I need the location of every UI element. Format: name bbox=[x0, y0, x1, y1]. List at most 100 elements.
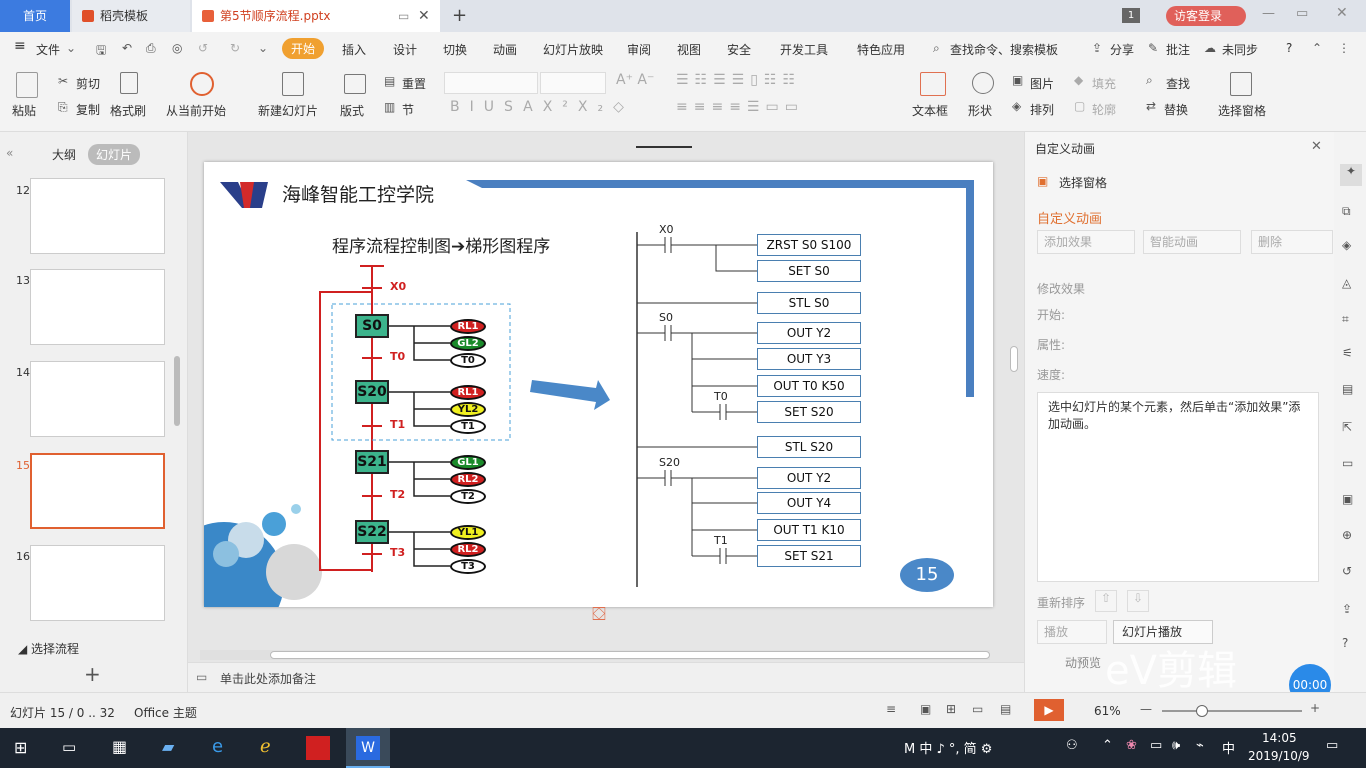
shape-icon[interactable] bbox=[972, 72, 994, 94]
slide-thumb-15[interactable] bbox=[30, 453, 165, 529]
notes-view-icon[interactable]: ▤ bbox=[1000, 702, 1011, 716]
autopreview-label[interactable]: 动预览 bbox=[1065, 654, 1101, 671]
align-icons[interactable]: ≡≡≡≡☰▭▭ bbox=[676, 99, 804, 115]
new-tab-button[interactable]: + bbox=[452, 0, 476, 32]
collapse-ribbon-icon[interactable]: ⌃ bbox=[1312, 41, 1322, 55]
volume-icon[interactable]: 🕪 bbox=[1172, 738, 1180, 753]
reading-view-icon[interactable]: ▭ bbox=[972, 702, 983, 716]
select-pane-link[interactable]: 选择窗格 bbox=[1059, 174, 1107, 191]
zoom-slider[interactable] bbox=[1162, 705, 1302, 717]
select-pane-icon[interactable] bbox=[1230, 72, 1252, 96]
notification-icon[interactable]: ▭ bbox=[1326, 738, 1338, 753]
app-icon[interactable] bbox=[306, 736, 330, 760]
font-family-select[interactable] bbox=[444, 72, 538, 94]
font-style-icons[interactable]: BIUSAX²X₂◇ bbox=[450, 99, 634, 115]
pane-close-icon[interactable]: ✕ bbox=[1311, 139, 1322, 154]
edge-icon[interactable]: e bbox=[212, 736, 223, 757]
redo-icon[interactable]: ↻ bbox=[230, 41, 240, 55]
menu-insert[interactable]: 插入 bbox=[342, 41, 366, 58]
zoom-in-icon[interactable]: + bbox=[1310, 701, 1320, 715]
sync-button[interactable]: 未同步 bbox=[1222, 41, 1258, 58]
normal-view-icon[interactable]: ▣ bbox=[920, 702, 931, 716]
menu-animation[interactable]: 动画 bbox=[493, 41, 517, 58]
zoom-level[interactable]: 61% bbox=[1094, 704, 1121, 718]
menu-developer[interactable]: 开发工具 bbox=[780, 41, 828, 58]
window-count-badge[interactable]: 1 bbox=[1122, 8, 1140, 23]
layout-tool-icon[interactable]: ▤ bbox=[1342, 382, 1353, 396]
ie-icon[interactable]: ℯ bbox=[260, 736, 271, 757]
menu-file[interactable]: 文件 bbox=[36, 41, 60, 58]
tray-app-icon[interactable]: ❀ bbox=[1126, 738, 1137, 753]
new-slide-button[interactable]: 新建幻灯片 bbox=[258, 102, 318, 119]
section-label[interactable]: ◢ 选择流程 bbox=[18, 640, 79, 657]
move-down-button[interactable]: ⇩ bbox=[1127, 590, 1149, 612]
image-tool-icon[interactable]: ▣ bbox=[1342, 492, 1353, 506]
paste-button[interactable]: 粘贴 bbox=[12, 102, 36, 119]
menu-review[interactable]: 审阅 bbox=[627, 41, 651, 58]
notes-area[interactable]: ▭ 单击此处添加备注 bbox=[188, 662, 1024, 692]
layout-button[interactable]: 版式 bbox=[340, 102, 364, 119]
from-current-button[interactable]: 从当前开始 bbox=[166, 102, 226, 119]
copy-button[interactable]: 复制 bbox=[76, 101, 100, 118]
play-button[interactable]: 播放 bbox=[1037, 620, 1107, 644]
move-up-button[interactable]: ⇧ bbox=[1095, 590, 1117, 612]
format-painter-button[interactable]: 格式刷 bbox=[110, 102, 146, 119]
new-slide-icon[interactable] bbox=[282, 72, 304, 96]
save-icon[interactable]: 🖫 bbox=[96, 41, 106, 62]
window-tool-icon[interactable]: ▭ bbox=[1342, 456, 1353, 470]
slide-thumb-13[interactable] bbox=[30, 269, 165, 345]
animation-list[interactable]: 选中幻灯片的某个元素，然后单击“添加效果”添加动画。 bbox=[1037, 392, 1319, 582]
notes-toggle-icon[interactable]: ≡ bbox=[886, 702, 896, 716]
hamburger-icon[interactable]: ≡ bbox=[14, 38, 26, 54]
sorter-view-icon[interactable]: ⊞ bbox=[946, 702, 956, 716]
battery-icon[interactable]: ▭ bbox=[1150, 738, 1162, 753]
quick-access-chevron-icon[interactable]: ⌄ bbox=[258, 41, 268, 55]
maximize-icon[interactable]: ▭ bbox=[1296, 6, 1308, 21]
thumb-scrollbar[interactable] bbox=[174, 356, 180, 426]
section-button[interactable]: 节 bbox=[402, 101, 414, 118]
outline-button[interactable]: 轮廓 bbox=[1092, 101, 1116, 118]
fill-button[interactable]: 填充 bbox=[1092, 75, 1116, 92]
slide-thumb-12[interactable] bbox=[30, 178, 165, 254]
font-size-select[interactable] bbox=[540, 72, 606, 94]
calculator-icon[interactable]: ▦ bbox=[112, 737, 127, 756]
ime-indicators[interactable]: M 中 ♪ °, 简 ⚙ bbox=[904, 738, 992, 757]
undo-icon[interactable]: ↺ bbox=[198, 41, 208, 55]
slide-15[interactable]: 海峰智能工控学院 程序流程控制图➔梯形图程序 X0 T0 T1 T2 T3 S0 RL1 GL… bbox=[204, 162, 993, 607]
find-button[interactable]: 查找 bbox=[1166, 75, 1190, 92]
play-slideshow-button[interactable]: ▶ bbox=[1034, 699, 1064, 721]
help-tool-icon[interactable]: ? bbox=[1342, 636, 1348, 650]
preview-icon[interactable]: ◎ bbox=[172, 41, 182, 55]
help-button[interactable]: ? bbox=[1286, 41, 1292, 55]
collapse-panel-icon[interactable]: « bbox=[6, 146, 13, 160]
print-icon[interactable]: ⎙ bbox=[146, 41, 156, 56]
arrange-button[interactable]: 排列 bbox=[1030, 101, 1054, 118]
tab-document[interactable]: 第5节顺序流程.pptx ▭ ✕ bbox=[192, 0, 440, 32]
annotate-button[interactable]: 批注 bbox=[1166, 41, 1190, 58]
wps-taskbar-button[interactable]: W bbox=[346, 728, 390, 768]
delete-effect-button[interactable]: 删除 bbox=[1251, 230, 1333, 254]
grow-font-icon[interactable]: A⁺ A⁻ bbox=[616, 72, 654, 88]
select-pane-button[interactable]: 选择窗格 bbox=[1218, 102, 1266, 119]
menu-features[interactable]: 特色应用 bbox=[857, 41, 905, 58]
textbox-icon[interactable] bbox=[920, 72, 946, 96]
zoom-out-icon[interactable]: — bbox=[1140, 702, 1152, 716]
clock-date[interactable]: 2019/10/9 bbox=[1248, 749, 1310, 763]
reset-button[interactable]: 重置 bbox=[402, 75, 426, 92]
backup-tool-icon[interactable]: ⊕ bbox=[1342, 528, 1352, 542]
settings-tool-icon[interactable]: ⚟ bbox=[1342, 346, 1353, 360]
zoom-slider-thumb[interactable] bbox=[1196, 705, 1208, 717]
horizontal-scrollbar[interactable] bbox=[200, 650, 990, 660]
paragraph-icons[interactable]: ☰☷☰☰▯☷☷ bbox=[676, 72, 801, 88]
crop-tool-icon[interactable]: ⌗ bbox=[1342, 312, 1349, 327]
history-tool-icon[interactable]: ↺ bbox=[1342, 564, 1352, 578]
menu-design[interactable]: 设计 bbox=[393, 41, 417, 58]
explorer-icon[interactable]: ▰ bbox=[162, 737, 174, 756]
shape-tool-icon[interactable]: ◈ bbox=[1342, 238, 1351, 252]
animation-tool-icon[interactable]: ✦ bbox=[1340, 164, 1362, 186]
slide-thumb-16[interactable] bbox=[30, 545, 165, 621]
more-icon[interactable]: ⋮ bbox=[1338, 41, 1350, 55]
replace-button[interactable]: 替换 bbox=[1164, 101, 1188, 118]
tab-outline[interactable]: 大纲 bbox=[52, 146, 76, 163]
tray-chevron-icon[interactable]: ⌃ bbox=[1102, 738, 1113, 753]
